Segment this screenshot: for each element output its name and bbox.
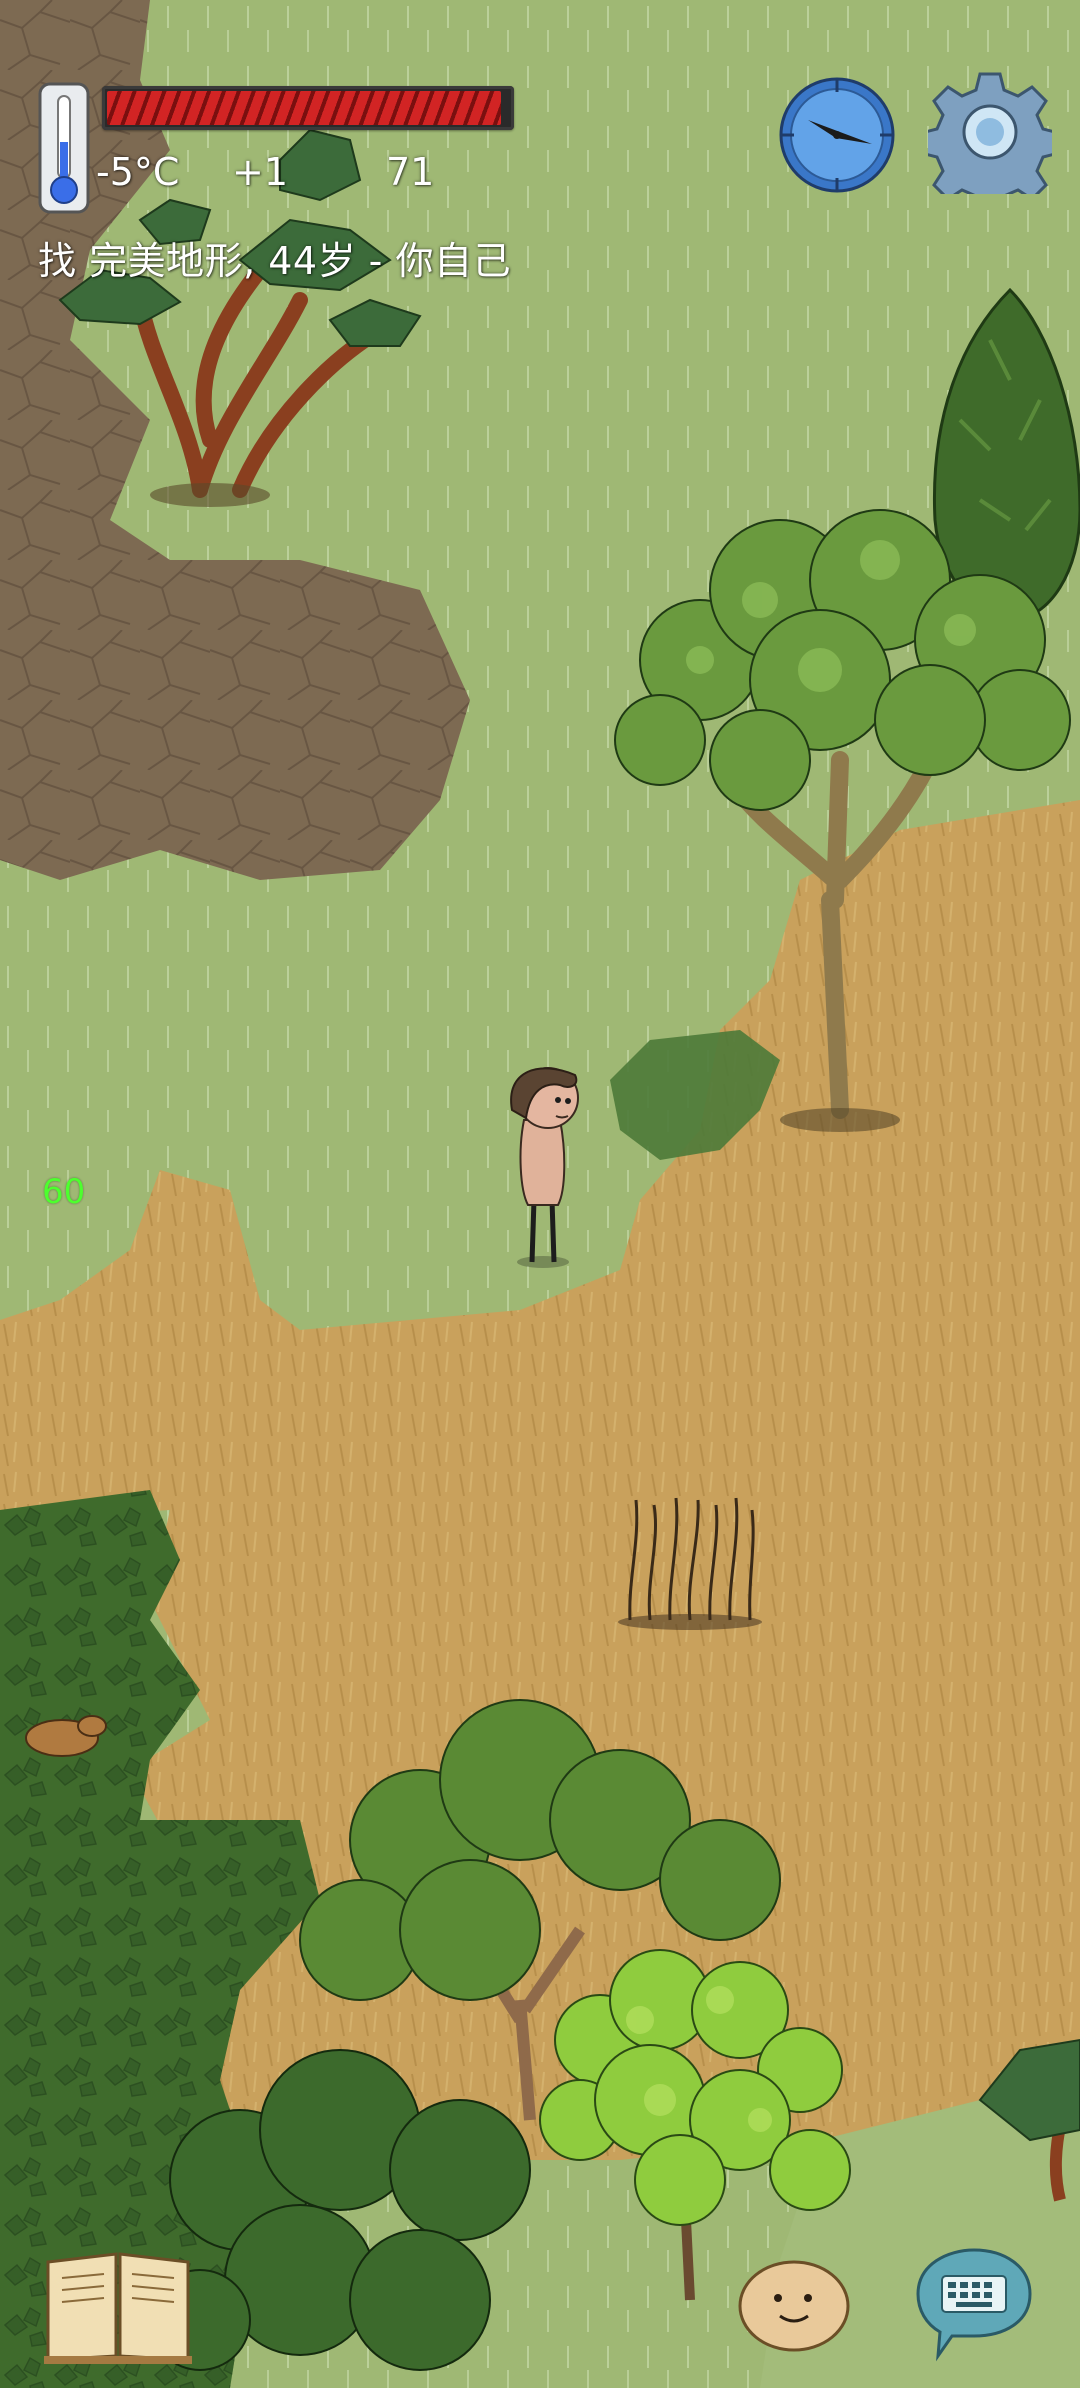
emote-face-icon[interactable] (736, 2254, 852, 2354)
keyboard-chat-icon[interactable] (908, 2244, 1040, 2362)
temperature-readout: -5°C (96, 150, 180, 194)
recipe-book-icon[interactable] (42, 2248, 194, 2366)
health-bar-fill (107, 91, 501, 125)
game-screen[interactable]: -5°C +1 71 找 完美地形, 44岁 - 你自己 60 (0, 0, 1080, 2388)
thermometer-icon (38, 82, 90, 214)
gear-icon[interactable] (928, 70, 1052, 194)
game-world[interactable] (0, 0, 1080, 2388)
fps-counter: 60 (42, 1172, 86, 1212)
player-status-line: 找 完美地形, 44岁 - 你自己 (38, 239, 511, 283)
compass-icon[interactable] (778, 76, 896, 194)
health-bar (102, 86, 514, 130)
food-value-readout: 71 (386, 150, 435, 194)
temperature-change-readout: +1 (232, 150, 289, 194)
